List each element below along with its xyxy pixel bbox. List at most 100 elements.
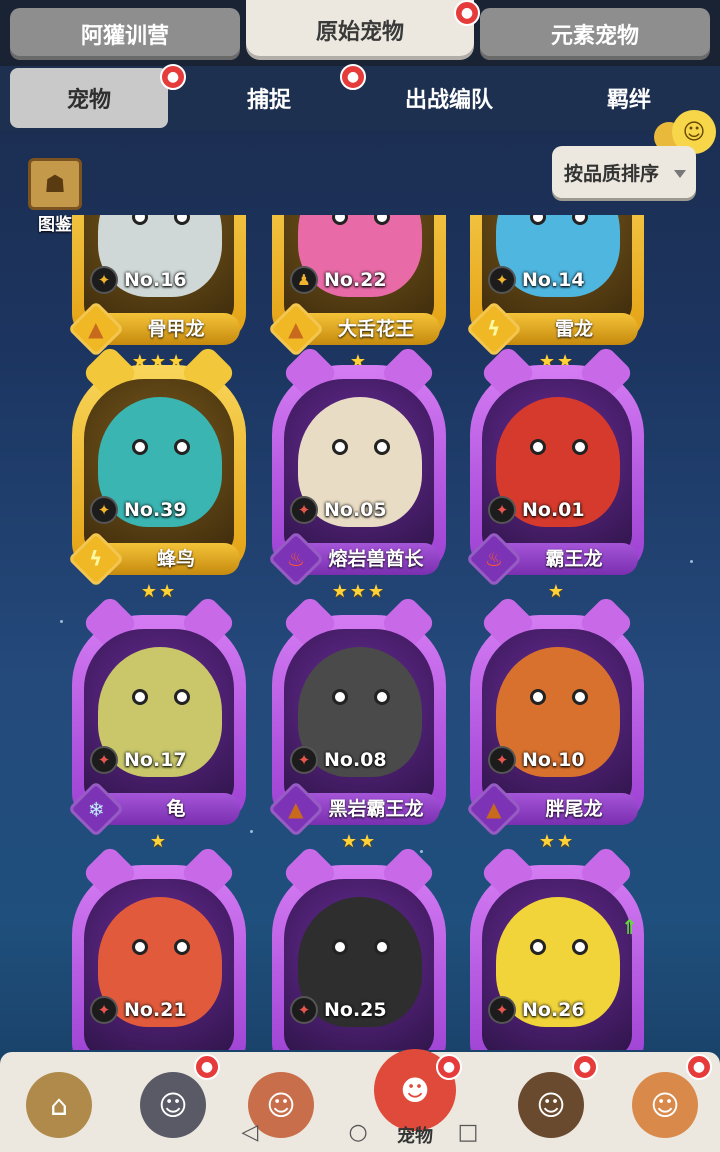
subtab-capture[interactable]: 捕捉 ● (190, 64, 366, 128)
creature-eye (530, 439, 546, 455)
pet-number-row: ✦ No.16 (90, 265, 187, 295)
pet-number-row: ✦ No.17 (90, 745, 187, 775)
pet-portrait (84, 379, 234, 557)
creature-eye (530, 215, 546, 225)
pet-portrait (482, 629, 632, 807)
recents-icon[interactable]: □ (458, 1120, 479, 1145)
tab-label: 元素宠物 (550, 24, 639, 49)
pet-card[interactable]: ✦ No.26 ⇑ (470, 844, 644, 1050)
pet-number: No.26 (522, 999, 585, 1021)
pet-portrait (84, 629, 234, 807)
chevron-down-icon (674, 170, 686, 178)
pet-name-bar: ▲ 骨甲龙 (67, 300, 246, 358)
alert-bell-icon: ● (454, 0, 480, 26)
pet-number-row: ✦ No.01 (488, 495, 585, 525)
creature-eye (374, 689, 390, 705)
creature-eye (572, 689, 588, 705)
pet-card[interactable]: ✦ No.39 ϟ 蜂鸟 ★★ (67, 344, 246, 605)
pet-name-bar: ♨ 霸王龙 (465, 530, 644, 588)
alert-bell-icon: ● (572, 1054, 598, 1080)
pet-name-bar: ♨ 熔岩兽酋长 (267, 530, 446, 588)
pet-star-rating: ★★ (538, 831, 576, 852)
pet-type-icon: ✦ (290, 996, 318, 1024)
pet-name-bar: ▲ 大舌花王 (267, 300, 446, 358)
pet-card[interactable]: ✦ No.21 (72, 844, 246, 1050)
pet-name: 骨甲龙 (147, 318, 205, 340)
creature-eye (132, 439, 148, 455)
pet-name-bar: ❄ 龟 (67, 780, 246, 838)
tab-label: 阿獾训营 (80, 24, 169, 49)
creature-eye (332, 215, 348, 225)
codex-book-icon: ☗ (28, 158, 82, 210)
creature-eye (374, 939, 390, 955)
pet-number: No.22 (324, 269, 387, 291)
tab-element-pets[interactable]: 元素宠物 (480, 8, 710, 60)
pet-card[interactable]: ✦ No.25 (272, 844, 446, 1050)
pet-type-icon: ✦ (90, 996, 118, 1024)
creature-eye (174, 439, 190, 455)
pet-type-icon: ✦ (90, 266, 118, 294)
pet-number-row: ♟ No.22 (290, 265, 387, 295)
creature-eye (332, 689, 348, 705)
sub-tab-bar: 宠物 ● 捕捉 ● 出战编队 羁绊 (0, 64, 720, 130)
subtab-pets[interactable]: 宠物 ● (10, 64, 186, 128)
home-icon[interactable]: ○ (348, 1120, 367, 1145)
pet-number: No.14 (522, 269, 585, 291)
pet-card[interactable]: ✦ No.08 ▲ 黑岩霸王龙 ★★ (267, 594, 446, 855)
creature-eye (332, 439, 348, 455)
sort-dropdown[interactable]: 按品质排序 (552, 146, 696, 198)
pet-portrait (284, 629, 434, 807)
pet-name: 龟 (166, 798, 186, 820)
pet-type-icon: ✦ (488, 996, 516, 1024)
pet-portrait-frame: ✦ No.26 (470, 844, 644, 1050)
sort-label: 按品质排序 (564, 162, 660, 185)
pet-card[interactable]: ✦ No.16 ▲ 骨甲龙 ★★★ (67, 215, 246, 375)
pet-card[interactable]: ✦ No.01 ♨ 霸王龙 ★ (465, 344, 644, 605)
pet-card[interactable]: ♟ No.22 ▲ 大舌花王 ★ (267, 215, 446, 375)
creature-eye (174, 689, 190, 705)
pet-star-rating: ★ (547, 581, 567, 602)
pet-name: 黑岩霸王龙 (328, 798, 424, 820)
pet-portrait (284, 379, 434, 557)
pet-name-bar: ▲ 黑岩霸王龙 (267, 780, 446, 838)
subtab-label: 捕捉 (246, 88, 291, 113)
pet-name: 雷龙 (554, 318, 593, 340)
creature-eye (174, 939, 190, 955)
creature-eye (374, 215, 390, 225)
pet-card[interactable]: ✦ No.05 ♨ 熔岩兽酋长 ★★★ (267, 344, 446, 605)
pet-number: No.05 (324, 499, 387, 521)
pet-name-bar: ▲ 胖尾龙 (465, 780, 644, 838)
pet-card[interactable]: ✦ No.17 ❄ 龟 ★ (67, 594, 246, 855)
tab-label: 原始宠物 (315, 20, 404, 45)
alert-bell-icon: ● (194, 1054, 220, 1080)
pet-card[interactable]: ✦ No.10 ▲ 胖尾龙 ★★ (465, 594, 644, 855)
subtab-label: 宠物 (66, 88, 111, 113)
creature-eye (572, 215, 588, 225)
subtab-battle-team[interactable]: 出战编队 (370, 68, 528, 128)
creature-eye (374, 439, 390, 455)
back-icon[interactable]: ◁ (242, 1120, 259, 1145)
tab-primitive-pets[interactable]: 原始宠物 ● (246, 0, 480, 60)
creature-eye (530, 939, 546, 955)
pet-name-bar: ϟ 雷龙 (465, 300, 644, 358)
creature-eye (132, 215, 148, 225)
pet-card[interactable]: ✦ No.14 ϟ 雷龙 ★★ (465, 215, 644, 375)
pet-portrait-frame: ✦ No.25 (272, 844, 446, 1050)
tab-badger-camp[interactable]: 阿獾训营 (10, 8, 240, 60)
pet-type-icon: ✦ (290, 496, 318, 524)
pet-number-row: ✦ No.26 (488, 995, 585, 1025)
pet-name-bar: ϟ 蜂鸟 (67, 530, 246, 588)
pet-number: No.25 (324, 999, 387, 1021)
system-nav-bar: ◁ ○ □ (0, 1112, 720, 1152)
creature-eye (572, 439, 588, 455)
alert-bell-icon: ● (160, 64, 186, 90)
creature-eye (132, 939, 148, 955)
pet-number-row: ✦ No.21 (90, 995, 187, 1025)
pet-number-row: ✦ No.10 (488, 745, 585, 775)
pet-star-rating: ★ (149, 831, 169, 852)
pet-type-icon: ♟ (290, 266, 318, 294)
pet-type-icon: ✦ (90, 746, 118, 774)
subtab-label: 出战编队 (404, 88, 493, 113)
pet-type-icon: ✦ (290, 746, 318, 774)
top-tab-bar: 阿獾训营 原始宠物 ● 元素宠物 (0, 0, 720, 66)
